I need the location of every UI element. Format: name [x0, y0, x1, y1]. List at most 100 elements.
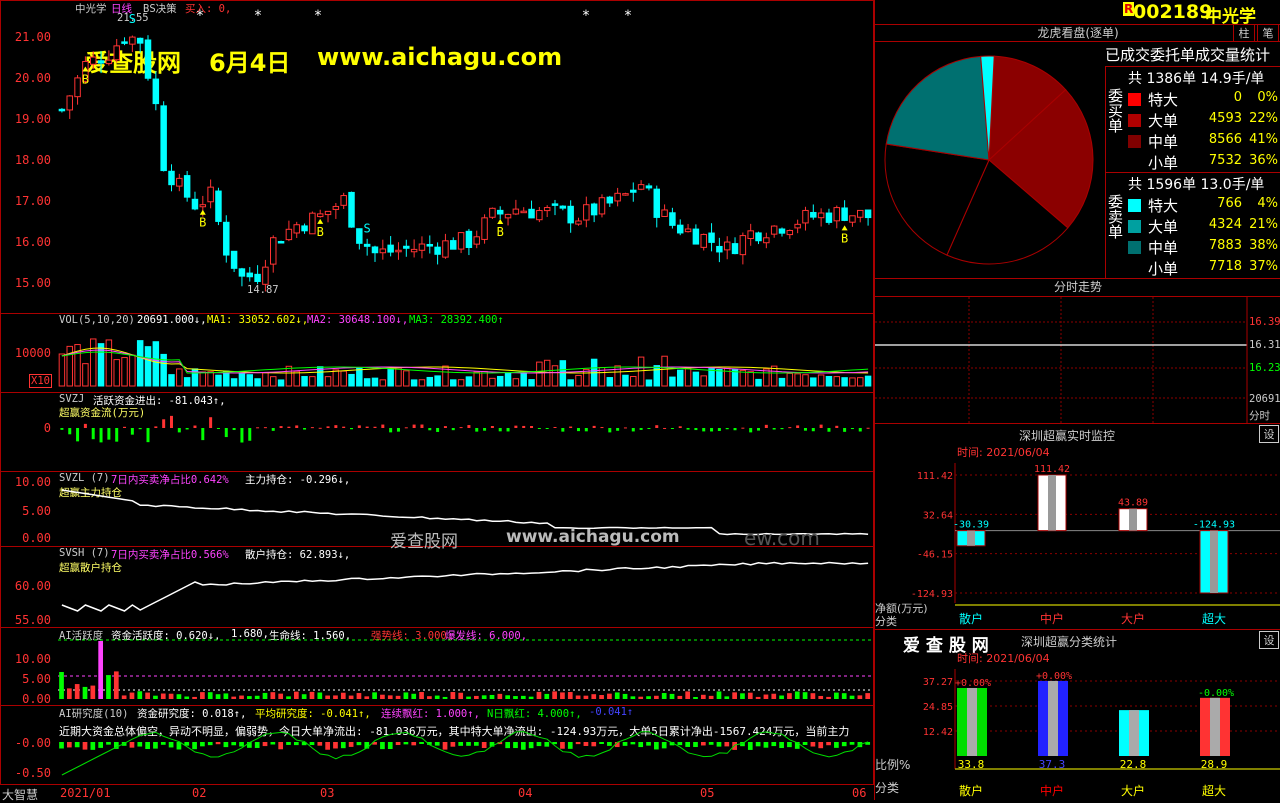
fund-flow-bar — [295, 425, 299, 428]
classify-y-tick: 12.42 — [923, 727, 953, 738]
intraday-vol: 20691 — [1249, 393, 1280, 405]
volume-bar — [371, 377, 379, 387]
research-bar — [200, 742, 205, 747]
candle-body — [598, 197, 606, 215]
fund-flow-bar — [185, 428, 189, 430]
research-bar — [560, 742, 565, 749]
volume-bar — [121, 357, 128, 387]
tick-view-button[interactable]: 笔 — [1257, 24, 1279, 42]
candle-body — [637, 184, 645, 190]
realtime-bar-value: 43.89 — [1118, 498, 1148, 509]
buy-signal-marker: B — [199, 216, 206, 230]
side-label: 委卖单 — [1108, 193, 1124, 241]
candle-body — [58, 108, 66, 112]
right-sidebar: R 002189 中光学 龙虎看盘(逐单) 柱 笔 已成交委托单成交量统计 委买… — [874, 0, 1280, 800]
volume-bar — [653, 365, 660, 387]
sell-signal-marker: S — [364, 221, 371, 235]
research-bar — [67, 742, 72, 748]
candle-body — [731, 243, 739, 255]
candle-body — [622, 193, 629, 196]
fund-flow-bar — [553, 426, 557, 428]
research-bar — [575, 742, 581, 745]
activity-bar — [168, 693, 174, 699]
sell-signal-marker: S — [653, 192, 660, 206]
activity-bar — [387, 695, 393, 699]
candle-body — [481, 217, 488, 240]
fund-flow-bar — [639, 428, 643, 430]
classify-bar-value: 37.3 — [1039, 758, 1066, 771]
volume-bar — [817, 374, 825, 387]
research-bar — [348, 742, 354, 747]
fund-flow-bar — [584, 428, 588, 432]
volume-bar — [58, 353, 66, 387]
research-bar — [223, 742, 229, 748]
intraday-tick: 16.39 — [1249, 316, 1280, 328]
fund-flow-bar — [803, 428, 807, 431]
research-bar — [270, 742, 276, 745]
activity-bar — [372, 692, 377, 699]
fund-flow-bar — [146, 428, 150, 443]
volume-bar — [606, 377, 614, 387]
volume-bar — [536, 361, 543, 387]
activity-bar — [575, 695, 581, 699]
candle-body — [418, 243, 426, 251]
candle-body — [606, 196, 614, 204]
volume-bar — [270, 376, 277, 387]
volume-bar — [700, 375, 707, 387]
fund-flow-bar — [342, 426, 346, 428]
classify-bar-category: 超大 — [1202, 783, 1226, 798]
activity-bar — [340, 692, 346, 699]
research-bar — [700, 742, 706, 746]
activity-bar — [348, 695, 354, 699]
fund-flow-bar — [365, 426, 369, 428]
fund-flow-bar — [749, 428, 753, 433]
fund-flow-bar — [436, 428, 440, 432]
activity-bar — [419, 692, 424, 699]
fund-flow-bar — [530, 425, 534, 428]
order-total: 共 1596单 13.0手/单 — [1128, 177, 1265, 193]
research-bar — [779, 742, 784, 749]
activity-bar — [536, 691, 542, 699]
volume-bar — [504, 372, 512, 387]
activity-bar — [724, 696, 730, 699]
intraday-panel[interactable]: 分时走势 16.39 16.31 16.23 20691 分时 — [875, 278, 1280, 424]
activity-bar — [528, 696, 534, 699]
order-row-pct: 21% — [1249, 217, 1278, 232]
activity-bar — [192, 696, 197, 699]
volume-bar — [254, 378, 261, 387]
chart-canvas[interactable]: BBB B BSSSS* * * * * — [0, 0, 874, 800]
candle-body — [74, 77, 81, 98]
volume-bar — [183, 377, 191, 387]
volume-bar — [230, 378, 238, 387]
research-bar — [231, 742, 237, 746]
candle-body — [434, 246, 441, 255]
fund-flow-bar — [420, 424, 424, 428]
column-view-button[interactable]: 柱 — [1233, 24, 1255, 42]
order-color-swatch — [1128, 241, 1141, 254]
fund-flow-bar — [569, 426, 573, 428]
volume-bar — [215, 374, 222, 387]
volume-bar — [82, 363, 89, 387]
candle-body — [496, 209, 504, 215]
candle-body — [246, 272, 253, 278]
volume-bar — [293, 370, 300, 387]
research-bar — [317, 742, 323, 746]
activity-bar — [82, 686, 88, 699]
activity-bar — [333, 695, 338, 699]
research-bar — [74, 742, 80, 748]
classify-bar-shade — [1129, 710, 1139, 756]
candle-body — [700, 233, 707, 248]
activity-bar — [865, 693, 871, 699]
candle-body — [536, 210, 543, 221]
activity-bar — [763, 694, 769, 699]
volume-bar — [238, 373, 246, 387]
chart-area[interactable]: 中光学 日线 BS决策 买入: 0, 21.55 14.87 21.00 20.… — [0, 0, 874, 802]
research-bar — [380, 742, 385, 750]
realtime-cat-label: 分类 — [875, 615, 897, 628]
research-bar — [622, 742, 628, 746]
volume-bar — [692, 371, 700, 387]
volume-bar — [379, 379, 387, 387]
order-color-swatch — [1128, 135, 1141, 148]
realtime-y-tick: 111.42 — [917, 471, 953, 482]
center-watermark-url: www.aichagu.com — [506, 527, 680, 547]
